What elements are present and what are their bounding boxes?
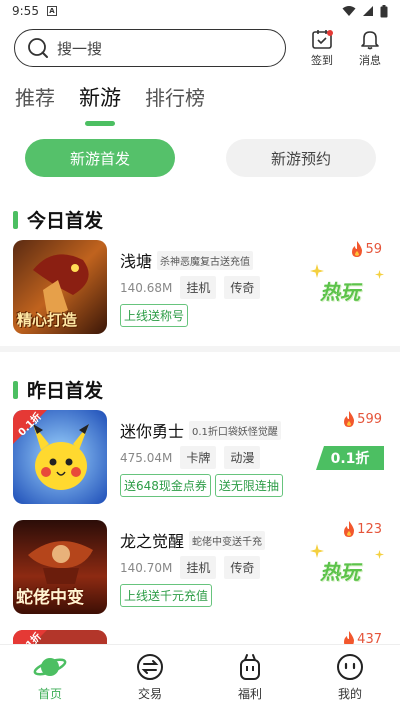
tab-recommend[interactable]: 推荐 (15, 82, 55, 120)
status-bar: 9:55 A (0, 0, 400, 22)
nav-welfare[interactable]: 福利 (200, 645, 300, 712)
tab-new-games[interactable]: 新游 (79, 82, 121, 126)
game-tag: 挂机 (180, 276, 217, 299)
section-divider (0, 346, 400, 352)
flame-icon (344, 631, 355, 644)
checkin-label: 签到 (311, 54, 333, 67)
battery-icon (380, 4, 388, 17)
hot-number: 123 (357, 521, 382, 537)
game-tag: 挂机 (180, 556, 217, 579)
game-subtitle: 杀神恶魔复古送充值 (157, 250, 254, 270)
promo-tag: 上线送千元充值 (120, 584, 213, 607)
hot-count: 437 (341, 630, 382, 644)
game-size: 140.68M (120, 280, 173, 295)
game-tag: 动漫 (224, 446, 261, 469)
checkin-button[interactable]: 签到 (302, 28, 342, 70)
section-yesterday-header: 昨日首发 (13, 376, 103, 403)
game-size: 475.04M (120, 450, 173, 465)
messages-label: 消息 (359, 54, 381, 67)
game-tag: 传奇 (224, 276, 261, 299)
game-name: 迷你勇士 (120, 422, 185, 441)
exchange-icon (137, 654, 163, 680)
checkin-red-dot (327, 30, 333, 36)
signal-icon (363, 6, 373, 16)
sparkle-star-icon (375, 550, 384, 559)
planet-icon (33, 658, 67, 676)
bottom-nav: 首页 交易 福利 我的 (0, 644, 400, 712)
bell-icon (361, 31, 379, 50)
hot-number: 437 (357, 631, 382, 645)
hot-play-badge: 热玩 (310, 544, 386, 590)
promo-tag: 送648现金点券 (120, 474, 211, 497)
hot-number: 59 (365, 241, 382, 257)
game-tag: 传奇 (224, 556, 261, 579)
section-marker (13, 210, 18, 229)
search-icon (28, 38, 48, 58)
section-marker (13, 380, 18, 399)
promo-tag: 送无限连抽 (214, 474, 283, 497)
discount-text: 0.1折 (330, 451, 370, 467)
nav-home[interactable]: 首页 (0, 645, 100, 712)
cover-caption: 蛇佬中变 (16, 588, 84, 608)
cover-caption: 精心打造 (17, 311, 78, 329)
discount-badge: 0.1折 (316, 446, 384, 470)
nav-welfare-label: 福利 (237, 687, 262, 701)
gift-bag-icon (240, 654, 260, 680)
flame-icon (352, 241, 363, 257)
game-cover[interactable]: 0.1折 (13, 410, 107, 504)
new-reservation-segment[interactable]: 新游预约 (226, 139, 376, 177)
game-name: 浅塘 (120, 252, 153, 271)
game-subtitle: 蛇佬中变送千充 (189, 530, 266, 550)
nav-trade-label: 交易 (137, 687, 162, 701)
nav-trade[interactable]: 交易 (100, 645, 200, 712)
tab-ranking[interactable]: 排行榜 (145, 82, 205, 120)
sparkle-star-icon (375, 270, 384, 279)
section-title: 今日首发 (27, 210, 104, 232)
hot-count: 599 (341, 410, 382, 428)
status-time: 9:55 (12, 4, 39, 18)
game-name: 龙之觉醒 (120, 532, 185, 551)
header: 搜一搜 签到 消息 (0, 24, 400, 74)
game-subtitle: 0.1折口袋妖怪觉醒 (189, 420, 281, 440)
game-tag: 卡牌 (180, 446, 217, 469)
search-input[interactable]: 搜一搜 (14, 29, 286, 67)
top-tabs: 推荐 新游 排行榜 (15, 82, 205, 126)
nav-mine-label: 我的 (337, 687, 362, 701)
section-today-header: 今日首发 (13, 206, 103, 233)
new-launch-segment[interactable]: 新游首发 (25, 139, 175, 177)
promo-tag: 上线送称号 (120, 304, 189, 327)
game-item[interactable]: 0.1折 437 (0, 630, 400, 644)
game-item[interactable]: 蛇佬中变 龙之觉醒 蛇佬中变送千充 140.70M 挂机 传奇 上线送千元充值 … (0, 520, 400, 620)
search-placeholder: 搜一搜 (57, 39, 103, 58)
hot-count: 59 (349, 240, 382, 258)
notification-a-icon: A (46, 6, 57, 16)
game-cover[interactable]: 精心打造 (13, 240, 107, 334)
section-title: 昨日首发 (27, 380, 104, 402)
hot-play-text: 热玩 (320, 280, 360, 304)
face-icon (337, 654, 363, 680)
game-cover[interactable]: 0.1折 (13, 630, 107, 644)
flame-icon (344, 411, 355, 427)
game-size: 140.70M (120, 560, 173, 575)
nav-mine[interactable]: 我的 (300, 645, 400, 712)
wifi-icon (342, 6, 356, 16)
game-cover[interactable]: 蛇佬中变 (13, 520, 107, 614)
hot-count: 123 (341, 520, 382, 538)
game-item[interactable]: 精心打造 浅塘 杀神恶魔复古送充值 140.68M 挂机 传奇 上线送称号 59… (0, 240, 400, 340)
game-item[interactable]: 0.1折 迷你勇士 0.1折口袋妖怪觉醒 475.04M 卡牌 动漫 送648现… (0, 410, 400, 510)
hot-play-badge: 热玩 (310, 264, 386, 310)
messages-button[interactable]: 消息 (350, 28, 390, 70)
nav-home-label: 首页 (37, 687, 62, 701)
hot-number: 599 (357, 411, 382, 427)
flame-icon (344, 521, 355, 537)
hot-play-text: 热玩 (320, 560, 360, 584)
